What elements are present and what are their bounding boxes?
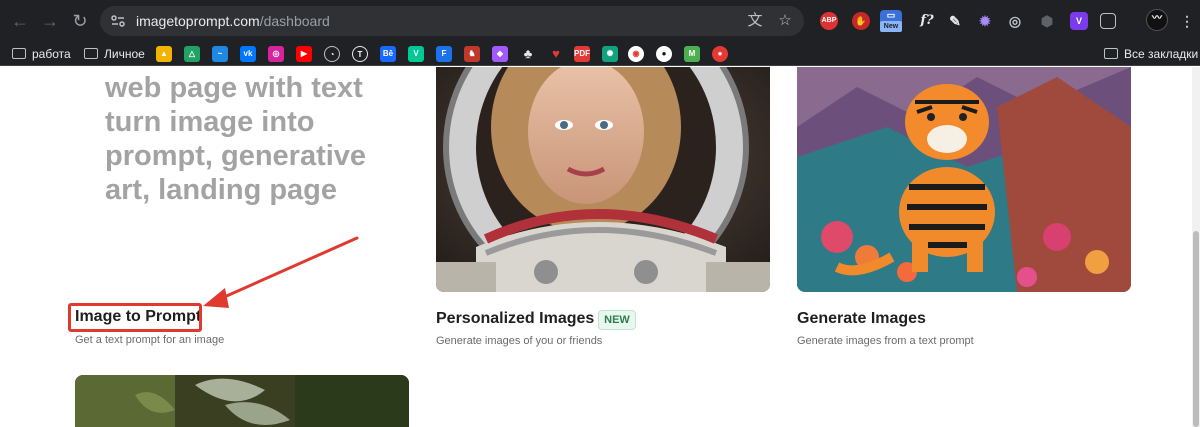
extensions-puzzle-icon[interactable] bbox=[1100, 13, 1116, 29]
bookmark-favicon-bird[interactable]: ~ bbox=[212, 46, 228, 62]
v-extension-icon[interactable]: V bbox=[1070, 12, 1088, 30]
generate-images-thumbnail[interactable] bbox=[797, 67, 1131, 292]
bookmark-favicon-vk[interactable]: vk bbox=[240, 46, 256, 62]
abp-label: ABP bbox=[821, 17, 837, 24]
bookmark-favicon-instagram[interactable]: ◎ bbox=[268, 46, 284, 62]
bookmark-favicon-pdf[interactable]: PDF bbox=[574, 46, 590, 62]
bookmark-favicon-figma[interactable]: ◆ bbox=[492, 46, 508, 62]
scrollbar-thumb[interactable] bbox=[1193, 231, 1199, 427]
bookmark-favicon-vector[interactable]: V bbox=[408, 46, 424, 62]
bookmark-favicon-behance[interactable]: Bē bbox=[380, 46, 396, 62]
new-extension-icon[interactable]: ▭ New bbox=[880, 10, 902, 32]
bookmark-favicon-clubs[interactable]: ♣ bbox=[520, 46, 536, 62]
url-path: /dashboard bbox=[259, 13, 330, 29]
hero-text-line: turn image into bbox=[105, 106, 315, 138]
personalized-images-subtitle: Generate images of you or friends bbox=[436, 335, 603, 347]
bookmark-favicon-chess[interactable]: ♞ bbox=[464, 46, 480, 62]
browser-toolbar: ← → ↻ imagetoprompt.com/dashboard 文 ☆ AB… bbox=[0, 0, 1200, 42]
fx-label: f? bbox=[920, 13, 934, 28]
image-to-prompt-thumbnail[interactable] bbox=[75, 375, 409, 427]
url-host: imagetoprompt.com bbox=[136, 13, 260, 29]
compass-icon[interactable]: ◎ bbox=[1006, 12, 1024, 30]
image-to-prompt-subtitle: Get a text prompt for an image bbox=[75, 334, 225, 346]
v-label: V bbox=[1075, 16, 1082, 26]
all-bookmarks-folder[interactable]: Все закладки bbox=[1104, 46, 1198, 62]
astronaut-portrait-image bbox=[436, 67, 770, 292]
bookmark-favicon-gauge[interactable]: ◔ bbox=[324, 46, 340, 62]
forward-arrow-icon[interactable]: → bbox=[38, 9, 62, 33]
new-badge: NEW bbox=[598, 310, 636, 330]
more-menu-icon[interactable]: ⋮ bbox=[1178, 12, 1196, 30]
site-info-icon[interactable] bbox=[110, 13, 126, 29]
gear-extension-icon[interactable]: ✹ bbox=[976, 12, 994, 30]
personalized-images-title[interactable]: Personalized Images bbox=[436, 310, 594, 328]
generate-images-title[interactable]: Generate Images bbox=[797, 310, 926, 328]
bookmark-folder-rabota[interactable]: работа bbox=[12, 46, 71, 62]
hero-text-line: art, landing page bbox=[105, 174, 338, 206]
bookmark-favicon-gallery[interactable]: ▲ bbox=[156, 46, 172, 62]
bookmark-favicon-circle[interactable]: ◉ bbox=[628, 46, 644, 62]
reload-icon[interactable]: ↻ bbox=[68, 9, 92, 33]
translate-icon[interactable]: 文 bbox=[746, 12, 764, 30]
bookmark-folder-label: Личное bbox=[104, 47, 145, 61]
bookmark-favicon-red[interactable]: ● bbox=[712, 46, 728, 62]
bookmark-favicon-heart[interactable]: ♥ bbox=[548, 46, 564, 62]
new-extension-badge: New bbox=[880, 21, 902, 32]
folder-icon bbox=[84, 48, 98, 59]
annotation-highlight-box bbox=[68, 303, 202, 332]
url-text[interactable]: imagetoprompt.com/dashboard bbox=[136, 13, 330, 29]
hero-text-line: web page with text bbox=[105, 72, 363, 104]
robot-icon[interactable]: ⬢ bbox=[1038, 12, 1056, 30]
bookmark-favicon-panda[interactable]: ● bbox=[656, 46, 672, 62]
leaves-photo-image bbox=[75, 375, 409, 427]
personalized-images-thumbnail[interactable] bbox=[436, 67, 770, 292]
bookmark-folder-lichnoe[interactable]: Личное bbox=[84, 46, 145, 62]
bookmark-star-icon[interactable]: ☆ bbox=[776, 12, 794, 30]
bookmark-favicon-t[interactable]: T bbox=[352, 46, 368, 62]
generate-images-subtitle: Generate images from a text prompt bbox=[797, 335, 974, 347]
bookmarks-bar: работа Личное Все закладки bbox=[0, 42, 1200, 66]
hero-text-line: prompt, generative bbox=[105, 140, 367, 172]
back-arrow-icon[interactable]: ← bbox=[8, 9, 32, 33]
annotation-arrow-icon bbox=[203, 236, 359, 308]
folder-icon bbox=[1104, 48, 1118, 59]
bookmark-favicon-chatgpt[interactable]: ✺ bbox=[602, 46, 618, 62]
bookmark-favicon-youtube[interactable]: ▶ bbox=[296, 46, 312, 62]
bookmark-favicon-m[interactable]: M bbox=[684, 46, 700, 62]
tiger-painting-image bbox=[797, 67, 1131, 292]
address-bar[interactable]: imagetoprompt.com/dashboard 文 ☆ bbox=[100, 6, 804, 36]
profile-avatar[interactable]: 〰 bbox=[1146, 9, 1168, 31]
color-picker-icon[interactable]: ✎ bbox=[946, 12, 964, 30]
font-identifier-icon[interactable]: f? bbox=[918, 12, 936, 30]
all-bookmarks-label: Все закладки bbox=[1124, 47, 1199, 61]
bookmark-favicon-drive[interactable]: △ bbox=[184, 46, 200, 62]
adblock-plus-icon[interactable]: ABP bbox=[820, 12, 838, 30]
hand-stop-icon[interactable]: ✋ bbox=[852, 12, 870, 30]
bookmark-folder-label: работа bbox=[32, 47, 71, 61]
folder-icon bbox=[12, 48, 26, 59]
bookmark-favicon-f[interactable]: F bbox=[436, 46, 452, 62]
